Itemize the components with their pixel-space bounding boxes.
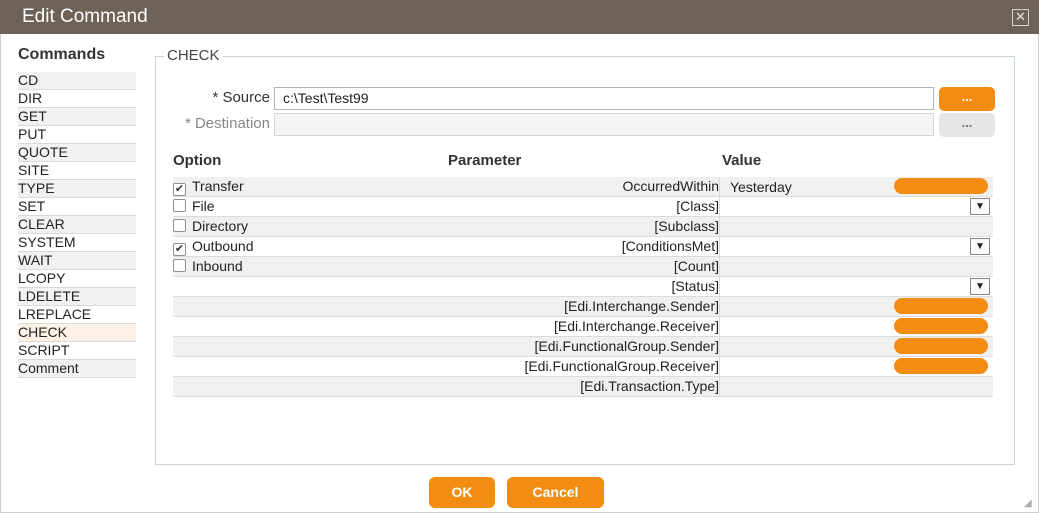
parameter-cell: [Edi.Interchange.Sender] xyxy=(564,298,719,314)
table-row: [Edi.Interchange.Sender] xyxy=(173,297,993,317)
column-header-value: Value xyxy=(722,152,762,169)
value-cell[interactable] xyxy=(719,337,993,357)
command-item-get[interactable]: GET xyxy=(18,108,136,126)
source-browse-button[interactable]: ... xyxy=(939,87,995,111)
command-item-dir[interactable]: DIR xyxy=(18,90,136,108)
table-row: [Status] ▼ xyxy=(173,277,993,297)
command-item-set[interactable]: SET xyxy=(18,198,136,216)
table-row: [Edi.FunctionalGroup.Receiver] xyxy=(173,357,993,377)
fieldset-legend: CHECK xyxy=(164,47,223,64)
option-cell: ✔ Transfer xyxy=(173,178,244,196)
window-title: Edit Command xyxy=(22,6,148,27)
value-edit-button[interactable] xyxy=(894,178,988,194)
column-header-option: Option xyxy=(173,152,222,169)
option-cell: ✔ Outbound xyxy=(173,238,254,256)
value-cell[interactable] xyxy=(719,257,993,277)
parameter-cell: [Edi.Interchange.Receiver] xyxy=(554,318,719,334)
command-item-site[interactable]: SITE xyxy=(18,162,136,180)
value-cell[interactable] xyxy=(719,317,993,337)
close-icon[interactable]: ✕ xyxy=(1012,9,1029,26)
destination-browse-button[interactable]: ... xyxy=(939,113,995,137)
command-item-lreplace[interactable]: LREPLACE xyxy=(18,306,136,324)
command-item-clear[interactable]: CLEAR xyxy=(18,216,136,234)
destination-input[interactable] xyxy=(274,113,934,136)
command-item-quote[interactable]: QUOTE xyxy=(18,144,136,162)
table-row: Directory [Subclass] xyxy=(173,217,993,237)
parameter-cell: [Edi.FunctionalGroup.Sender] xyxy=(534,338,719,354)
parameter-cell: [Edi.FunctionalGroup.Receiver] xyxy=(524,358,719,374)
value-cell[interactable] xyxy=(719,377,993,397)
table-row: [Edi.Interchange.Receiver] xyxy=(173,317,993,337)
cancel-button[interactable]: Cancel xyxy=(507,477,604,508)
value-cell[interactable]: ▼ xyxy=(719,237,993,257)
commands-heading: Commands xyxy=(18,46,106,63)
option-checkbox[interactable] xyxy=(173,199,186,212)
options-table: ✔ Transfer OccurredWithin Yesterday File [Cla… xyxy=(173,177,993,397)
parameter-cell: [Count] xyxy=(673,258,719,274)
source-label: * Source xyxy=(212,89,270,106)
option-checkbox[interactable] xyxy=(173,259,186,272)
value-cell[interactable] xyxy=(719,297,993,317)
commands-list: CD DIR GET PUT QUOTE SITE TYPE SET CLEAR SYSTEM WA… xyxy=(18,72,136,378)
option-label: Transfer xyxy=(192,178,244,194)
command-item-cd[interactable]: CD xyxy=(18,72,136,90)
table-row: [Edi.Transaction.Type] xyxy=(173,377,993,397)
column-header-parameter: Parameter xyxy=(448,152,522,169)
title-bar: Edit Command ✕ xyxy=(0,0,1039,34)
parameter-cell: [Edi.Transaction.Type] xyxy=(580,378,719,394)
destination-label: * Destination xyxy=(184,115,270,132)
table-row: Inbound [Count] xyxy=(173,257,993,277)
value-cell[interactable]: ▼ xyxy=(719,197,993,217)
command-item-type[interactable]: TYPE xyxy=(18,180,136,198)
command-item-system[interactable]: SYSTEM xyxy=(18,234,136,252)
parameter-cell: [ConditionsMet] xyxy=(621,238,719,254)
value-cell[interactable] xyxy=(719,217,993,237)
option-label: Outbound xyxy=(192,238,254,254)
table-row: ✔ Outbound [ConditionsMet] ▼ xyxy=(173,237,993,257)
option-cell: Inbound xyxy=(173,258,243,274)
command-item-lcopy[interactable]: LCOPY xyxy=(18,270,136,288)
dropdown-arrow-icon[interactable]: ▼ xyxy=(970,198,990,215)
value-edit-button[interactable] xyxy=(894,318,988,334)
value-cell[interactable]: Yesterday xyxy=(719,177,993,197)
value-edit-button[interactable] xyxy=(894,358,988,374)
resize-grip-icon[interactable]: ◢ xyxy=(1024,498,1036,510)
value-cell[interactable] xyxy=(719,357,993,377)
value-text: Yesterday xyxy=(730,179,792,195)
table-row: File [Class] ▼ xyxy=(173,197,993,217)
value-cell[interactable]: ▼ xyxy=(719,277,993,297)
command-item-script[interactable]: SCRIPT xyxy=(18,342,136,360)
option-label: Inbound xyxy=(192,258,243,274)
parameter-cell: OccurredWithin xyxy=(622,178,719,194)
option-checkbox[interactable]: ✔ xyxy=(173,243,186,256)
table-row: [Edi.FunctionalGroup.Sender] xyxy=(173,337,993,357)
option-label: Directory xyxy=(192,218,249,234)
dropdown-arrow-icon[interactable]: ▼ xyxy=(970,238,990,255)
option-label: File xyxy=(192,198,215,214)
parameter-cell: [Subclass] xyxy=(654,218,719,234)
ok-button[interactable]: OK xyxy=(429,477,495,508)
command-item-comment[interactable]: Comment xyxy=(18,360,136,378)
option-checkbox[interactable]: ✔ xyxy=(173,183,186,196)
option-checkbox[interactable] xyxy=(173,219,186,232)
parameter-cell: [Class] xyxy=(676,198,719,214)
command-item-wait[interactable]: WAIT xyxy=(18,252,136,270)
parameter-cell: [Status] xyxy=(671,278,719,294)
value-edit-button[interactable] xyxy=(894,298,988,314)
option-cell: Directory xyxy=(173,218,248,234)
command-item-check[interactable]: CHECK xyxy=(18,324,136,342)
source-input[interactable]: c:\Test\Test99 xyxy=(274,87,934,110)
command-item-ldelete[interactable]: LDELETE xyxy=(18,288,136,306)
option-cell: File xyxy=(173,198,215,214)
dropdown-arrow-icon[interactable]: ▼ xyxy=(970,278,990,295)
table-row: ✔ Transfer OccurredWithin Yesterday xyxy=(173,177,993,197)
command-item-put[interactable]: PUT xyxy=(18,126,136,144)
value-edit-button[interactable] xyxy=(894,338,988,354)
